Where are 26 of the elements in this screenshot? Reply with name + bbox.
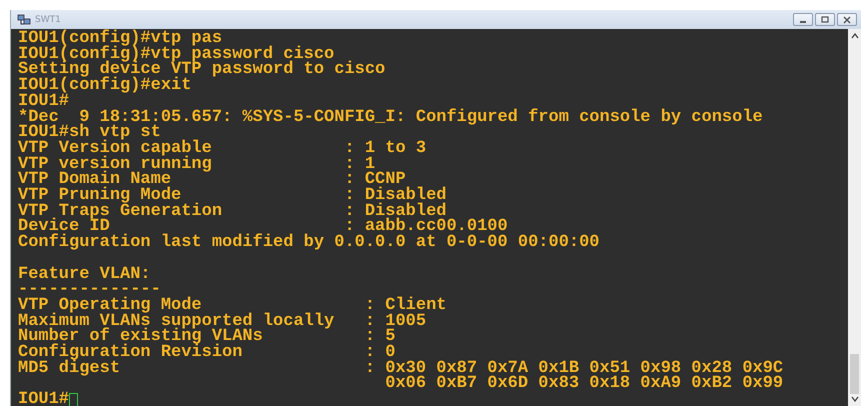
terminal-prompt: IOU1#	[18, 392, 70, 406]
terminal-line: VTP Pruning Mode : Disabled	[18, 188, 448, 204]
terminal-line: 0x06 0xB7 0x6D 0x83 0x18 0xA9 0xB2 0x99	[384, 376, 784, 392]
network-icon	[17, 14, 31, 26]
minimize-button[interactable]	[793, 13, 813, 26]
scroll-down-icon[interactable]	[850, 396, 858, 402]
terminal-line: --------------	[18, 282, 162, 298]
terminal-line: MD5 digest : 0x30 0x87 0x7A 0x1B 0x51 0x98 0x28 0x9C	[18, 360, 784, 376]
scroll-up-icon[interactable]	[850, 33, 858, 39]
terminal-line: Feature VLAN:	[18, 266, 152, 282]
terminal-line: Configuration Revision : 0	[18, 345, 396, 361]
scrollbar[interactable]	[848, 29, 861, 406]
close-button[interactable]	[837, 13, 857, 26]
terminal-line: VTP Version capable : 1 to 3	[18, 140, 428, 157]
text-cursor	[69, 393, 78, 406]
window-title: SWT1	[35, 14, 61, 24]
terminal-line: IOU1(config)#vtp pas	[18, 31, 222, 47]
terminal-line: IOU1#	[18, 94, 70, 110]
scrollbar-thumb[interactable]	[850, 354, 859, 394]
terminal-line: IOU1(config)#exit	[18, 78, 192, 94]
maximize-button[interactable]	[815, 13, 835, 26]
maximize-icon	[820, 16, 830, 24]
terminal-line: VTP Operating Mode : Client	[18, 298, 448, 314]
terminal-line: Configuration last modified by 0.0.0.0 at 0-0-00 00:00:00	[18, 235, 600, 251]
terminal-line: IOU1#sh vtp st	[18, 125, 161, 141]
close-icon	[842, 16, 852, 24]
